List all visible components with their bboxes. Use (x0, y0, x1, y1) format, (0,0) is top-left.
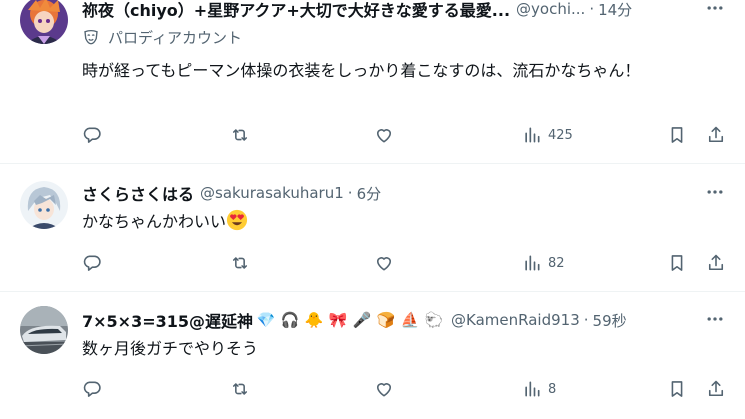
name-emoji: 🍞 (376, 311, 396, 329)
user-handle[interactable]: @yochi... (516, 0, 585, 18)
tweet-1[interactable]: 祢夜（chiyo）+星野アクア+大切で大好きな愛する最愛... @yochi..… (0, 0, 745, 163)
reply-icon (83, 381, 101, 397)
parody-mask-icon (84, 29, 98, 45)
display-name[interactable]: さくらさくはる (82, 182, 194, 204)
share-button[interactable] (706, 376, 726, 402)
avatar-kamenraid[interactable] (20, 306, 68, 354)
parody-label-text: パロディアカウント (108, 28, 242, 47)
views-button[interactable]: 82 (522, 250, 565, 276)
repost-button[interactable] (230, 376, 250, 402)
tweet-text: 時が経ってもピーマン体操の衣装をしっかり着こなすのは、流石かなちゃん！ (82, 61, 641, 80)
tweet-text-row: かなちゃんかわいい (82, 209, 705, 235)
more-options-button[interactable] (703, 182, 727, 202)
more-icon (707, 6, 723, 10)
views-count: 8 (548, 381, 557, 397)
like-button[interactable] (374, 376, 394, 402)
tweet-text: かなちゃんかわいい (82, 212, 227, 231)
bookmark-icon (671, 255, 683, 271)
like-icon (376, 257, 392, 271)
separator-dot: · (347, 184, 353, 202)
name-emoji: 🐑 (424, 311, 444, 329)
repost-icon (232, 383, 248, 395)
like-button[interactable] (374, 250, 394, 276)
views-button[interactable]: 8 (522, 376, 556, 402)
avatar-image (20, 306, 68, 354)
bookmark-button[interactable] (667, 122, 687, 148)
like-button[interactable] (374, 122, 394, 148)
bookmark-icon (671, 127, 683, 143)
bookmark-icon (671, 381, 683, 397)
avatar-chiyo[interactable] (20, 0, 68, 44)
tweet-text: 数ヶ月後ガチでやりそう (82, 339, 259, 358)
tweet-actions: 82 (80, 250, 731, 276)
user-handle[interactable]: @sakurasakuharu1 (200, 184, 344, 202)
repost-button[interactable] (230, 122, 250, 148)
views-button[interactable]: 425 (522, 122, 573, 148)
bookmark-button[interactable] (667, 376, 687, 402)
heart-eyes-emoji (226, 209, 248, 231)
reply-button[interactable] (82, 376, 102, 402)
share-icon (708, 126, 724, 143)
repost-icon (232, 257, 248, 269)
views-icon (525, 127, 540, 143)
share-button[interactable] (706, 122, 726, 148)
tweet-2[interactable]: さくらさくはる @sakurasakuharu1 · 6分 かなちゃんかわいい … (0, 164, 745, 290)
tweet-actions: 8 (80, 376, 731, 402)
repost-button[interactable] (230, 250, 250, 276)
display-name[interactable]: 7×5×3=315@遅延神 (82, 309, 253, 331)
timestamp[interactable]: 6分 (357, 183, 382, 204)
reply-button[interactable] (82, 250, 102, 276)
separator-dot: · (583, 311, 589, 329)
avatar-image (20, 181, 68, 229)
parody-account-label: パロディアカウント (82, 27, 242, 47)
separator-dot: · (589, 0, 595, 18)
repost-icon (232, 129, 248, 141)
name-emoji: 🐥 (304, 311, 324, 329)
name-emoji: 💎 (256, 311, 276, 329)
views-count: 82 (548, 255, 565, 271)
tweet-3[interactable]: 7×5×3=315@遅延神 💎 🎧 🐥 🎀 🎤 🍞 ⛵ 🐑 @KamenRaid… (0, 292, 745, 419)
share-button[interactable] (706, 250, 726, 276)
reply-icon (83, 255, 101, 271)
timestamp[interactable]: 14分 (598, 0, 632, 20)
timestamp[interactable]: 59秒 (593, 310, 627, 331)
more-icon (707, 190, 723, 194)
name-emoji: 🎤 (352, 311, 372, 329)
share-icon (708, 380, 724, 397)
name-emoji: 🎀 (328, 311, 348, 329)
reply-button[interactable] (82, 122, 102, 148)
views-icon (525, 381, 540, 397)
more-options-button[interactable] (703, 0, 727, 18)
name-emoji: 🎧 (280, 311, 300, 329)
tweet-header: 祢夜（chiyo）+星野アクア+大切で大好きな愛する最愛... @yochi..… (82, 0, 695, 20)
views-icon (525, 255, 540, 271)
like-icon (376, 129, 392, 143)
avatar-image (20, 0, 68, 44)
like-icon (376, 383, 392, 397)
bookmark-button[interactable] (667, 250, 687, 276)
avatar-sakura[interactable] (20, 181, 68, 229)
reply-icon (83, 127, 101, 143)
more-icon (707, 317, 723, 321)
tweet-header: 7×5×3=315@遅延神 💎 🎧 🐥 🎀 🎤 🍞 ⛵ 🐑 @KamenRaid… (82, 309, 695, 331)
name-emoji-row: 💎 🎧 🐥 🎀 🎤 🍞 ⛵ 🐑 (255, 311, 445, 329)
name-emoji: ⛵ (400, 311, 420, 329)
tweet-header: さくらさくはる @sakurasakuharu1 · 6分 (82, 182, 695, 204)
share-icon (708, 254, 724, 271)
user-handle[interactable]: @KamenRaid913 (451, 311, 580, 329)
views-count: 425 (548, 127, 573, 143)
display-name[interactable]: 祢夜（chiyo）+星野アクア+大切で大好きな愛する最愛... (82, 0, 510, 20)
more-options-button[interactable] (703, 309, 727, 329)
tweet-actions: 425 (80, 122, 731, 148)
